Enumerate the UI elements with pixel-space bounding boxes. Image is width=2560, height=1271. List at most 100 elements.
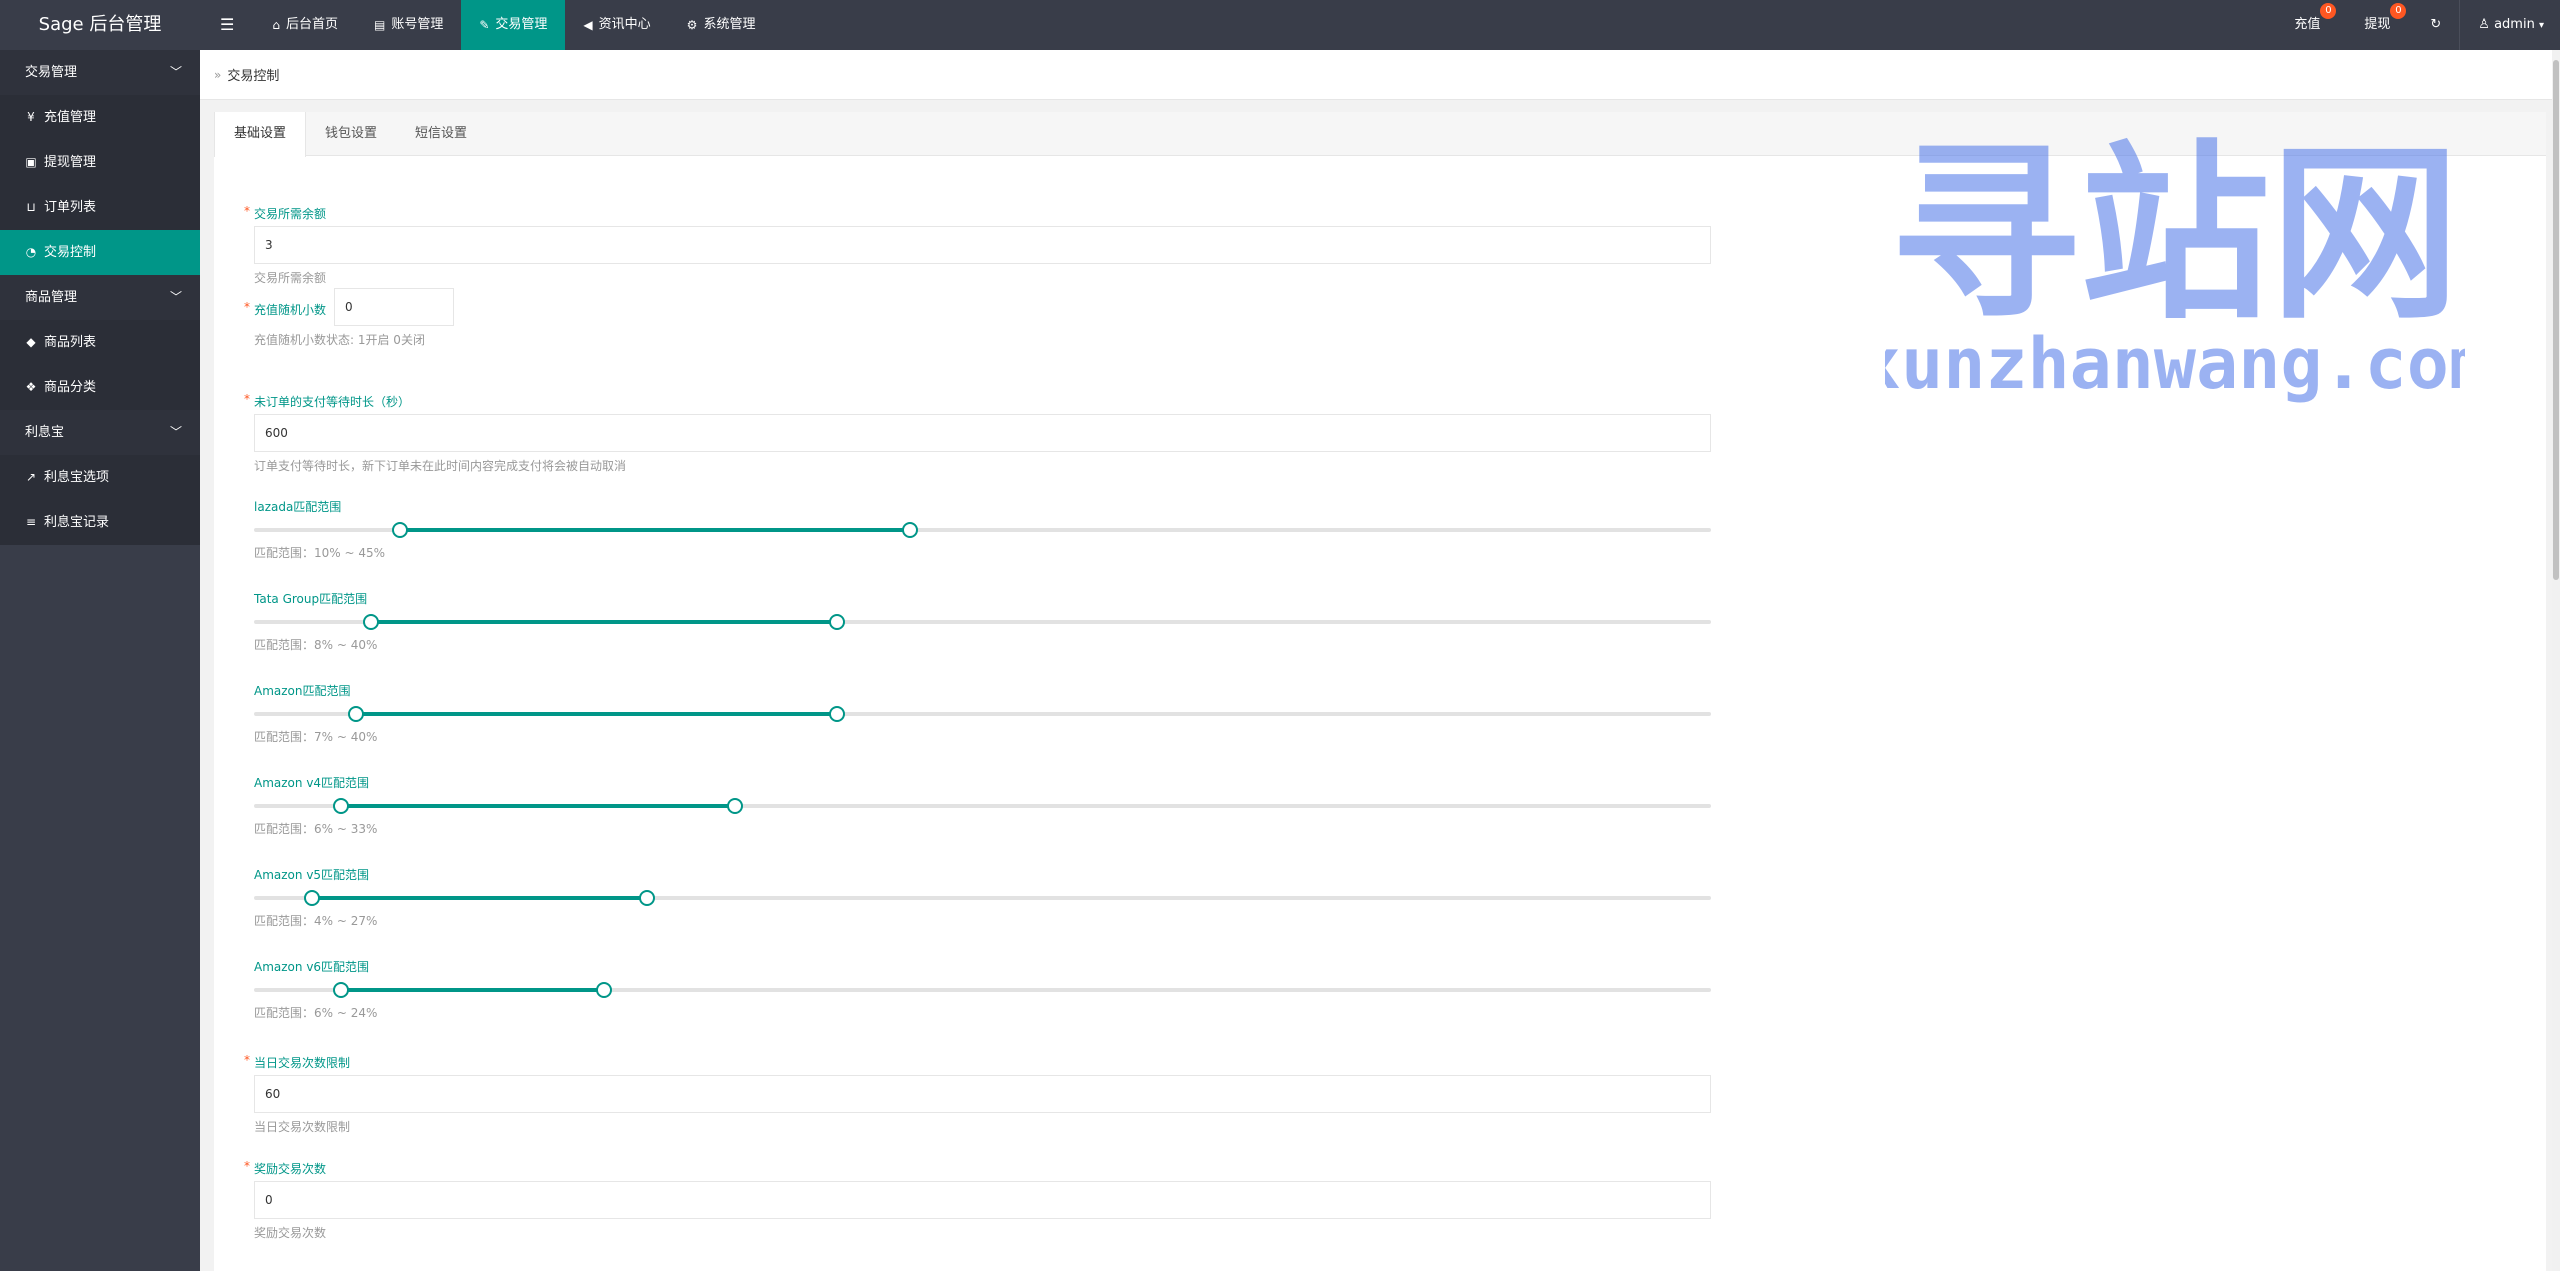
sidebar-group-products[interactable]: 商品管理 ﹀ xyxy=(0,275,200,320)
sidebar-item-product-category[interactable]: ❖ 商品分类 xyxy=(0,365,200,410)
double-angle-right-icon: » xyxy=(214,67,222,82)
slider-range-bar xyxy=(370,620,837,624)
app-logo[interactable]: Sage 后台管理 xyxy=(0,0,200,50)
line-chart-icon: ↗ xyxy=(25,470,37,484)
slider-min-handle[interactable] xyxy=(347,706,364,722)
slider-field-amazon-v5: Amazon v5匹配范围 匹配范围：4% ~ 27% xyxy=(254,867,1711,929)
sidebar-item-product-list[interactable]: ◆ 商品列表 xyxy=(0,320,200,365)
slider-label: Amazon v6匹配范围 xyxy=(254,960,370,974)
home-icon: ⌂ xyxy=(272,18,280,32)
range-slider[interactable] xyxy=(254,795,1711,815)
slider-field-amazon-v4: Amazon v4匹配范围 匹配范围：6% ~ 33% xyxy=(254,775,1711,837)
slider-field-tata-group: Tata Group匹配范围 匹配范围：8% ~ 40% xyxy=(254,591,1711,653)
bullhorn-icon: ◀ xyxy=(583,18,593,32)
field-reward-count: 奖励交易次数 0 奖励交易次数 xyxy=(244,1158,1711,1241)
withdraw-button[interactable]: 提现 0 xyxy=(2342,0,2412,50)
sidebar-item-interest-options[interactable]: ↗ 利息宝选项 xyxy=(0,455,200,500)
user-icon: ♙ xyxy=(2478,17,2490,32)
range-slider[interactable] xyxy=(254,611,1711,631)
caret-down-icon: ▾ xyxy=(2538,20,2544,31)
slider-min-handle[interactable] xyxy=(333,798,350,814)
nav-item-news[interactable]: ◀ 资讯中心 xyxy=(565,0,668,50)
slider-min-handle[interactable] xyxy=(362,614,379,630)
slider-max-handle[interactable] xyxy=(901,522,918,538)
slider-label: Amazon v5匹配范围 xyxy=(254,868,370,882)
slider-min-handle[interactable] xyxy=(391,522,408,538)
range-slider[interactable] xyxy=(254,703,1711,723)
field-min-balance: 交易所需余额 3 交易所需余额 xyxy=(244,203,1711,286)
field-tip: 充值随机小数状态: 1开启 0关闭 xyxy=(254,333,425,347)
tab-sms-settings[interactable]: 短信设置 xyxy=(396,112,486,156)
list-icon: ≡ xyxy=(25,515,37,529)
refresh-button[interactable]: ↻ xyxy=(2412,0,2459,50)
slider-field-amazon-v6: Amazon v6匹配范围 匹配范围：6% ~ 24% xyxy=(254,959,1711,1021)
slider-field-amazon: Amazon匹配范围 匹配范围：7% ~ 40% xyxy=(254,683,1711,745)
chevron-down-icon: ﹀ xyxy=(169,65,182,79)
sidebar-toggle-button[interactable]: ☰ xyxy=(200,0,254,50)
slider-label: Tata Group匹配范围 xyxy=(254,592,368,606)
tab-wallet-settings[interactable]: 钱包设置 xyxy=(306,112,396,156)
cube-icon: ◆ xyxy=(26,335,36,349)
user-menu[interactable]: ♙ admin ▾ xyxy=(2460,0,2560,50)
sidebar-item-withdraw[interactable]: ▣ 提现管理 xyxy=(0,140,200,185)
yen-icon: ¥ xyxy=(27,110,35,124)
nav-item-accounts[interactable]: ▤ 账号管理 xyxy=(356,0,461,50)
daily-limit-input[interactable]: 60 xyxy=(254,1075,1711,1113)
recharge-button[interactable]: 充值 0 xyxy=(2272,0,2342,50)
slider-range-bar xyxy=(399,528,910,532)
sidebar-item-trade-control[interactable]: ◔ 交易控制 xyxy=(0,230,200,275)
slider-label: Amazon匹配范围 xyxy=(254,684,351,698)
slider-range-bar xyxy=(341,804,735,808)
dashboard-icon: ◔ xyxy=(25,245,37,259)
slider-field-lazada: lazada匹配范围 匹配范围：10% ~ 45% xyxy=(254,499,1711,561)
sidebar-group-interest[interactable]: 利息宝 ﹀ xyxy=(0,410,200,455)
slider-tip: 匹配范围：10% ~ 45% xyxy=(254,546,386,560)
nav-item-home[interactable]: ⌂ 后台首页 xyxy=(254,0,356,50)
slider-max-handle[interactable] xyxy=(726,798,743,814)
range-slider[interactable] xyxy=(254,887,1711,907)
slider-max-handle[interactable] xyxy=(639,890,656,906)
cart-icon: ⊔ xyxy=(26,200,36,214)
settings-tabs: 基础设置 钱包设置 短信设置 xyxy=(214,112,2546,157)
field-tip: 当日交易次数限制 xyxy=(254,1120,351,1134)
recharge-badge: 0 xyxy=(2320,3,2337,19)
sidebar-item-orders[interactable]: ⊔ 订单列表 xyxy=(0,185,200,230)
slider-min-handle[interactable] xyxy=(304,890,321,906)
scrollbar-thumb[interactable] xyxy=(2553,60,2559,580)
gavel-icon: ✎ xyxy=(479,18,490,32)
slider-max-handle[interactable] xyxy=(595,982,612,998)
range-slider[interactable] xyxy=(254,979,1711,999)
slider-tip: 匹配范围：6% ~ 24% xyxy=(254,1006,378,1020)
field-tip: 交易所需余额 xyxy=(254,271,327,285)
slider-tip: 匹配范围：6% ~ 33% xyxy=(254,822,378,836)
pay-wait-input[interactable]: 600 xyxy=(254,414,1711,452)
sidebar-group-trading[interactable]: 交易管理 ﹀ xyxy=(0,50,200,95)
top-nav: ☰ ⌂ 后台首页 ▤ 账号管理 ✎ 交易管理 ◀ 资讯中心 ⚙ 系统管理 xyxy=(200,0,773,50)
field-tip: 订单支付等待时长，新下订单未在此时间内容完成支付将会被自动取消 xyxy=(254,459,627,473)
tab-basic-settings[interactable]: 基础设置 xyxy=(214,112,307,157)
slider-tip: 匹配范围：8% ~ 40% xyxy=(254,638,378,652)
range-slider[interactable] xyxy=(254,519,1711,539)
cubes-icon: ❖ xyxy=(25,380,37,394)
reward-count-input[interactable]: 0 xyxy=(254,1181,1711,1219)
page-scrollbar[interactable] xyxy=(2552,50,2560,1271)
slider-max-handle[interactable] xyxy=(828,706,845,722)
field-pay-wait: 未订单的支付等待时长（秒） 600 订单支付等待时长，新下订单未在此时间内容完成… xyxy=(244,391,1711,474)
refresh-icon: ↻ xyxy=(2430,17,2442,32)
menu-icon: ☰ xyxy=(220,15,235,34)
min-balance-input[interactable]: 3 xyxy=(254,226,1711,264)
settings-card: 基础设置 钱包设置 短信设置 交易所需余额 3 交易所需余额 充值随机小数 0 … xyxy=(214,112,2546,1271)
field-daily-limit: 当日交易次数限制 60 当日交易次数限制 xyxy=(244,1052,1711,1135)
sidebar-item-interest-records[interactable]: ≡ 利息宝记录 xyxy=(0,500,200,545)
slider-max-handle[interactable] xyxy=(828,614,845,630)
nav-item-trading[interactable]: ✎ 交易管理 xyxy=(461,0,566,50)
field-label: 当日交易次数限制 xyxy=(244,1052,1711,1071)
random-decimal-input[interactable]: 0 xyxy=(334,288,454,326)
slider-tip: 匹配范围：4% ~ 27% xyxy=(254,914,378,928)
withdraw-badge: 0 xyxy=(2390,3,2407,19)
slider-tip: 匹配范围：7% ~ 40% xyxy=(254,730,378,744)
sidebar-item-recharge[interactable]: ¥ 充值管理 xyxy=(0,95,200,140)
field-label: 交易所需余额 xyxy=(244,203,1711,222)
slider-min-handle[interactable] xyxy=(333,982,350,998)
nav-item-system[interactable]: ⚙ 系统管理 xyxy=(669,0,774,50)
